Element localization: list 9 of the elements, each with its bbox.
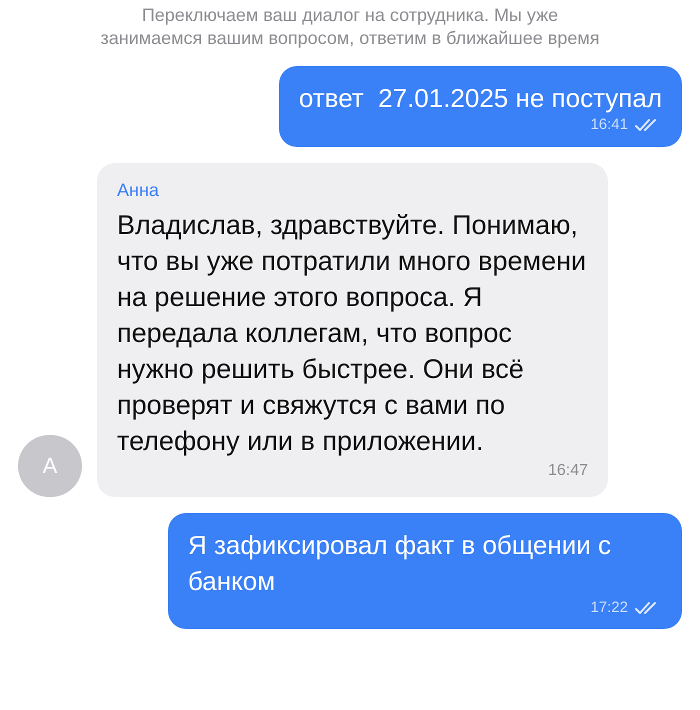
author-name: Анна	[117, 178, 160, 200]
avatar[interactable]: А	[18, 434, 82, 496]
message-time: 16:47	[548, 460, 588, 480]
system-message: Переключаем ваш диалог на сотрудника. Мы уже занимаемся вашим вопросом, ответим в ближайшее время	[100, 4, 600, 50]
message-text: ответ 27.01.2025 не поступал	[298, 82, 662, 115]
message-text: Я зафиксировал факт в общении с банком	[188, 528, 612, 598]
message-time: 16:41	[590, 115, 628, 135]
message-time: 17:22	[590, 598, 628, 618]
message-text: Владислав, здравствуйте. Понимаю, что вы уже потратили много времени на решение этого вопроса. Я передала коллегам, что вопрос нужно решить быстрее. Они всё проверят и свяжутся с вами по телефону или в приложении.	[117, 208, 588, 458]
